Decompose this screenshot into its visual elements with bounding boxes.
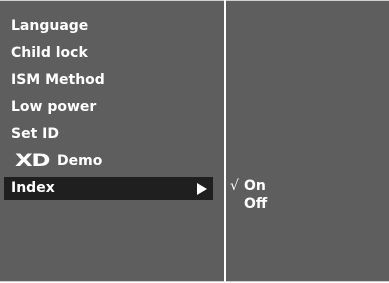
menu-item-label: Language: [11, 18, 89, 34]
option-list: √ On Off: [230, 177, 267, 213]
index-submenu-panel: √ On Off: [226, 0, 389, 282]
menu-item-language[interactable]: Language: [0, 13, 224, 40]
menu-item-child-lock[interactable]: Child lock: [0, 40, 224, 67]
osd-screen: Language Child lock ISM Method Low power…: [0, 0, 389, 283]
menu-item-xd-demo[interactable]: XD Demo: [0, 148, 224, 175]
menu-item-index[interactable]: Index: [4, 177, 213, 200]
menu-item-set-id[interactable]: Set ID: [0, 121, 224, 148]
option-label: On: [244, 178, 266, 194]
menu-item-label: Set ID: [11, 126, 59, 142]
option-on[interactable]: √ On: [230, 177, 267, 195]
option-label: Off: [244, 196, 268, 212]
option-off[interactable]: Off: [230, 195, 267, 213]
xd-logo: XD: [15, 151, 50, 171]
menu-item-label: Low power: [11, 99, 97, 115]
menu-item-label: Demo: [57, 153, 103, 169]
menu-list: Language Child lock ISM Method Low power…: [0, 13, 224, 202]
checkmark-icon: √: [230, 178, 239, 194]
menu-item-label: ISM Method: [11, 72, 105, 88]
menu-item-label: Index: [11, 180, 55, 196]
option-menu-panel: Language Child lock ISM Method Low power…: [0, 0, 224, 282]
menu-item-low-power[interactable]: Low power: [0, 94, 224, 121]
menu-item-label: Child lock: [11, 45, 88, 61]
arrow-right-icon: [197, 183, 207, 195]
menu-item-ism-method[interactable]: ISM Method: [0, 67, 224, 94]
